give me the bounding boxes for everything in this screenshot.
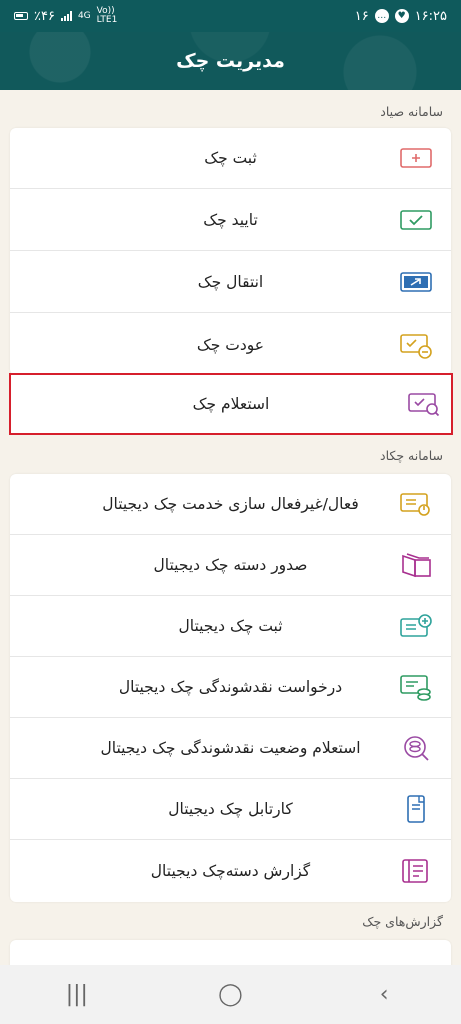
status-bar: ٪۴۶ 4G Vo)) LTE1 ۱۶ … ♥ ۱۶:۲۵ [0,0,461,32]
menu-item-label: ثبت چک [204,149,257,167]
menu-item-label: تایید چک [203,211,258,229]
message-icon: … [374,9,389,23]
menu-item-activate-digital-check[interactable]: فعال/غیرفعال سازی خدمت چک دیجیتال [10,474,451,535]
clock: ۱۶:۲۵ [414,8,447,24]
chakad-card: فعال/غیرفعال سازی خدمت چک دیجیتال صدور د… [10,474,451,902]
return-check-icon [400,333,432,359]
menu-item-liquidity-status[interactable]: استعلام وضعیت نقدشوندگی چک دیجیتال [10,718,451,779]
menu-item-register-check[interactable]: ثبت چک [10,128,451,189]
heart-shield-icon: ♥ [394,9,409,23]
menu-item-label: درخواست نقدشوندگی چک دیجیتال [118,678,343,696]
inquiry-check-icon [408,393,440,417]
section-title-sayad: سامانه صیاد [380,104,443,119]
menu-item-label: گزارش دسته‌چک دیجیتال [150,861,311,880]
menu-item-liquidity-request[interactable]: درخواست نقدشوندگی چک دیجیتال [10,657,451,718]
menu-item-checkbook-report[interactable]: گزارش دسته‌چک دیجیتال [10,840,451,901]
register-digital-check-icon [400,614,432,637]
menu-item-label: استعلام چک [192,395,270,413]
menu-item-label: کارتابل چک دیجیتال [168,800,293,818]
menu-item-cartable[interactable]: کارتابل چک دیجیتال [10,779,451,840]
volte-indicator: Vo)) LTE1 [97,7,118,25]
home-button[interactable]: ◯ [200,975,260,1015]
menu-item-label: ثبت چک دیجیتال [178,617,283,635]
section-title-reports: گزارش‌های چک [362,914,443,929]
issue-checkbook-icon [402,553,431,578]
menu-item-register-digital-check[interactable]: ثبت چک دیجیتال [10,596,451,657]
menu-item-label: عودت چک [196,335,265,354]
app-header: مدیریت چک [0,32,461,90]
menu-item-label: فعال/غیرفعال سازی خدمت چک دیجیتال [102,495,359,513]
section-title-chakad: سامانه چکاد [380,448,443,463]
network-type: 4G [77,10,91,21]
lte-label: LTE1 [96,15,118,25]
cartable-icon [407,795,425,823]
register-check-icon [400,148,432,168]
menu-item-label: انتقال چک [197,273,264,291]
status-left: ٪۴۶ 4G Vo)) LTE1 [14,7,117,25]
recents-button[interactable]: ||| [47,975,107,1015]
sayad-card: ثبت چک تایید چک انتقال چک عودت چک [10,128,451,375]
menu-item-transfer-check[interactable]: انتقال چک [10,252,451,313]
menu-item-return-check[interactable]: عودت چک [10,314,451,375]
status-right: ۱۶ … ♥ ۱۶:۲۵ [355,9,447,24]
reports-card [10,940,451,965]
page-title: مدیریت چک [176,50,285,72]
battery-level: ٪۴۶ [34,8,55,24]
transfer-check-icon [400,272,432,292]
menu-item-inquiry-check[interactable]: استعلام چک [9,373,453,435]
checkbook-report-icon [402,858,428,883]
system-nav-bar: ||| ◯ ‹ [0,965,461,1024]
battery-icon [14,12,28,20]
signal-icon [60,11,72,21]
liquidity-request-icon [400,675,431,701]
menu-item-label: صدور دسته چک دیجیتال [153,556,308,574]
liquidity-status-icon [404,736,429,761]
notification-count: ۱۶ [354,8,369,24]
network-indicator: 4G [77,10,91,21]
menu-item-confirm-check[interactable]: تایید چک [10,190,451,251]
menu-item-issue-checkbook[interactable]: صدور دسته چک دیجیتال [10,535,451,596]
back-button[interactable]: ‹ [354,975,414,1015]
activate-digital-check-icon [400,493,430,516]
menu-item-label: استعلام وضعیت نقدشوندگی چک دیجیتال [100,739,361,757]
main-content[interactable]: سامانه صیاد ثبت چک تایید چک انتقال چک عو… [0,90,461,965]
confirm-check-icon [400,210,432,230]
